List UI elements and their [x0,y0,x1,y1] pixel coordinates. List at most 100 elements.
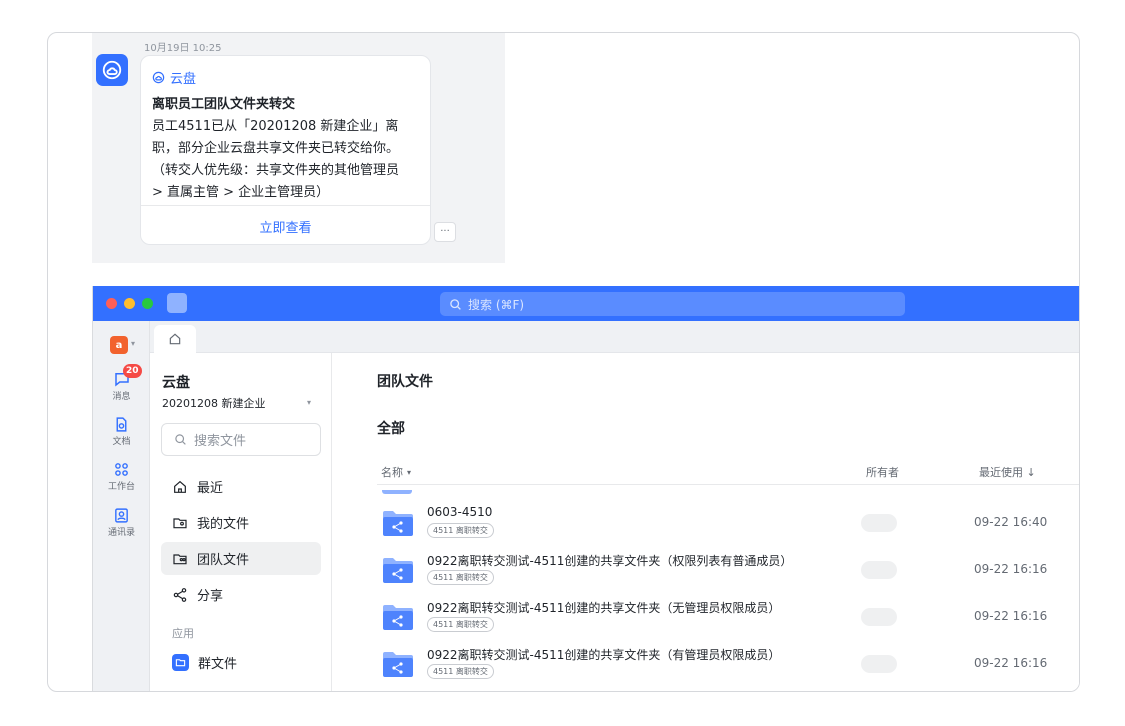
file-list-panel: 团队文件 全部 名称 ▾ 所有者 最近使用 ↓ 0603-4510 4511 离… [333,353,1079,691]
owner-avatar [861,608,897,626]
nav-item-docs[interactable]: 文档 [93,416,150,447]
drive-title: 云盘 [162,375,190,391]
card-body-line: （转交人优先级：共享文件夹的其他管理员 [152,163,400,178]
card-title: 离职员工团队文件夹转交 [152,97,296,112]
sidebar-item-label: 最近 [197,481,224,496]
nav-label: 文档 [112,437,131,447]
shared-folder-icon [383,605,413,630]
minimize-window-button[interactable] [124,298,135,309]
sidebar-item-group-files[interactable]: 群文件 [161,646,321,679]
sidebar-item-label: 团队文件 [197,553,250,568]
caret-down-icon: ▾ [407,467,412,477]
global-search-input[interactable]: 搜索 (⌘F) [440,292,905,316]
sidebar-item-share[interactable]: 分享 [161,578,321,611]
section-title: 全部 [377,421,405,437]
column-header-owner[interactable]: 所有者 [866,464,899,480]
column-header-recent[interactable]: 最近使用 ↓ [979,464,1036,480]
card-body: 员工4511已从「20201208 新建企业」离 职，部分企业云盘共享文件夹已转… [152,116,424,204]
more-actions-button[interactable]: ··· [434,222,456,242]
file-name: 0922离职转交测试-4511创建的共享文件夹（权限列表有普通成员） [427,554,793,568]
owner-avatar [861,655,897,673]
card-app-header[interactable]: 云盘 [152,68,196,87]
header-divider [377,484,1079,485]
file-name: 0603-4510 [427,505,493,519]
column-header-name[interactable]: 名称 ▾ [381,464,411,480]
cloud-icon [102,60,122,80]
unread-badge: 20 [123,364,142,378]
cloud-drive-bot-avatar[interactable] [96,54,128,86]
file-row[interactable]: 0603-4510 4511 离职转交 09-22 16:40 [377,502,1079,549]
shared-folder-icon [383,558,413,583]
file-row[interactable]: 0922离职转交测试-4511创建的共享文件夹（权限列表有普通成员） 4511 … [377,549,1079,596]
tab-strip [150,321,1079,353]
card-app-name: 云盘 [170,72,197,87]
card-body-line: 员工4511已从「20201208 新建企业」离 [152,119,399,134]
section-label-apps: 应用 [172,627,194,640]
title-bar: 搜索 (⌘F) [93,286,1079,321]
chat-message-area: 10月19日 10:25 云盘 离职员工团队文件夹转交 员工4511已从「202… [92,33,505,263]
team-files-icon [173,553,187,564]
sidebar-item-recent[interactable]: 最近 [161,470,321,503]
tenant-switcher[interactable]: a [110,336,128,354]
chevron-down-icon[interactable]: ▾ [307,398,311,407]
last-used-time: 09-22 16:16 [974,609,1048,623]
my-files-icon [173,517,187,528]
page-title: 团队文件 [377,374,433,390]
handover-tag: 4511 离职转交 [427,570,494,585]
partial-folder-icon [382,490,412,494]
last-used-time: 09-22 16:40 [974,515,1048,529]
left-nav-rail: a ▾ 20 消息 文档 工作台 通讯录 [93,321,150,691]
handover-tag: 4511 离职转交 [427,617,494,632]
share-icon [173,587,187,602]
owner-avatar [861,561,897,579]
maximize-window-button[interactable] [142,298,153,309]
document-icon [116,417,127,432]
workspace-icon [115,463,128,476]
handover-tag: 4511 离职转交 [427,664,494,679]
group-files-icon [172,654,189,671]
home-icon [174,480,186,493]
shared-folder-icon [383,511,413,536]
nav-item-contacts[interactable]: 通讯录 [93,507,150,538]
file-search-placeholder: 搜索文件 [194,434,247,449]
handover-tag: 4511 离职转交 [427,523,494,538]
nav-label: 通讯录 [107,528,135,538]
file-name: 0922离职转交测试-4511创建的共享文件夹（无管理员权限成员） [427,601,781,615]
cloud-drive-icon [152,71,165,84]
nav-label: 工作台 [107,482,135,492]
last-used-time: 09-22 16:16 [974,656,1048,670]
tab-home[interactable] [154,325,196,353]
sidebar-item-label: 我的文件 [197,517,250,532]
owner-avatar [861,514,897,532]
last-used-time: 09-22 16:16 [974,562,1048,576]
view-now-button[interactable]: 立即查看 [141,206,430,244]
search-icon [450,298,461,310]
message-timestamp: 10月19日 10:25 [144,43,222,54]
card-body-line: 职，部分企业云盘共享文件夹已转交给你。 [152,141,400,156]
user-avatar[interactable] [167,293,187,313]
nav-item-messages[interactable]: 20 消息 [93,364,150,402]
screenshot-frame: 10月19日 10:25 云盘 离职员工团队文件夹转交 员工4511已从「202… [47,32,1080,692]
file-row[interactable]: 0922离职转交测试-4511创建的共享文件夹（无管理员权限成员） 4511 离… [377,596,1079,643]
sidebar-item-my-files[interactable]: 我的文件 [161,506,321,539]
file-row[interactable]: 0922离职转交测试-4511创建的共享文件夹（有管理员权限成员） 4511 离… [377,643,1079,690]
sidebar-item-label: 群文件 [198,657,238,672]
nav-item-workspace[interactable]: 工作台 [93,461,150,492]
column-header-label: 名称 [381,466,403,479]
file-name: 0922离职转交测试-4511创建的共享文件夹（有管理员权限成员） [427,648,781,662]
card-body-line: > 直属主管 > 企业主管理员） [152,185,330,200]
global-search-placeholder: 搜索 (⌘F) [468,297,525,312]
close-window-button[interactable] [106,298,117,309]
org-selector[interactable]: 20201208 新建企业 [162,395,266,411]
search-icon [175,434,186,445]
shared-folder-icon [383,652,413,677]
home-icon [169,333,181,345]
sidebar-item-label: 分享 [197,589,224,604]
chevron-down-icon: ▾ [131,339,136,348]
sidebar-item-team-files[interactable]: 团队文件 [161,542,321,575]
contacts-icon [115,508,128,523]
app-window: 搜索 (⌘F) a ▾ 20 消息 文档 工作台 通讯录 云盘 20201208… [92,286,1079,691]
message-card: 云盘 离职员工团队文件夹转交 员工4511已从「20201208 新建企业」离 … [140,55,431,245]
file-search-input[interactable]: 搜索文件 [161,423,321,456]
nav-label: 消息 [112,392,131,402]
